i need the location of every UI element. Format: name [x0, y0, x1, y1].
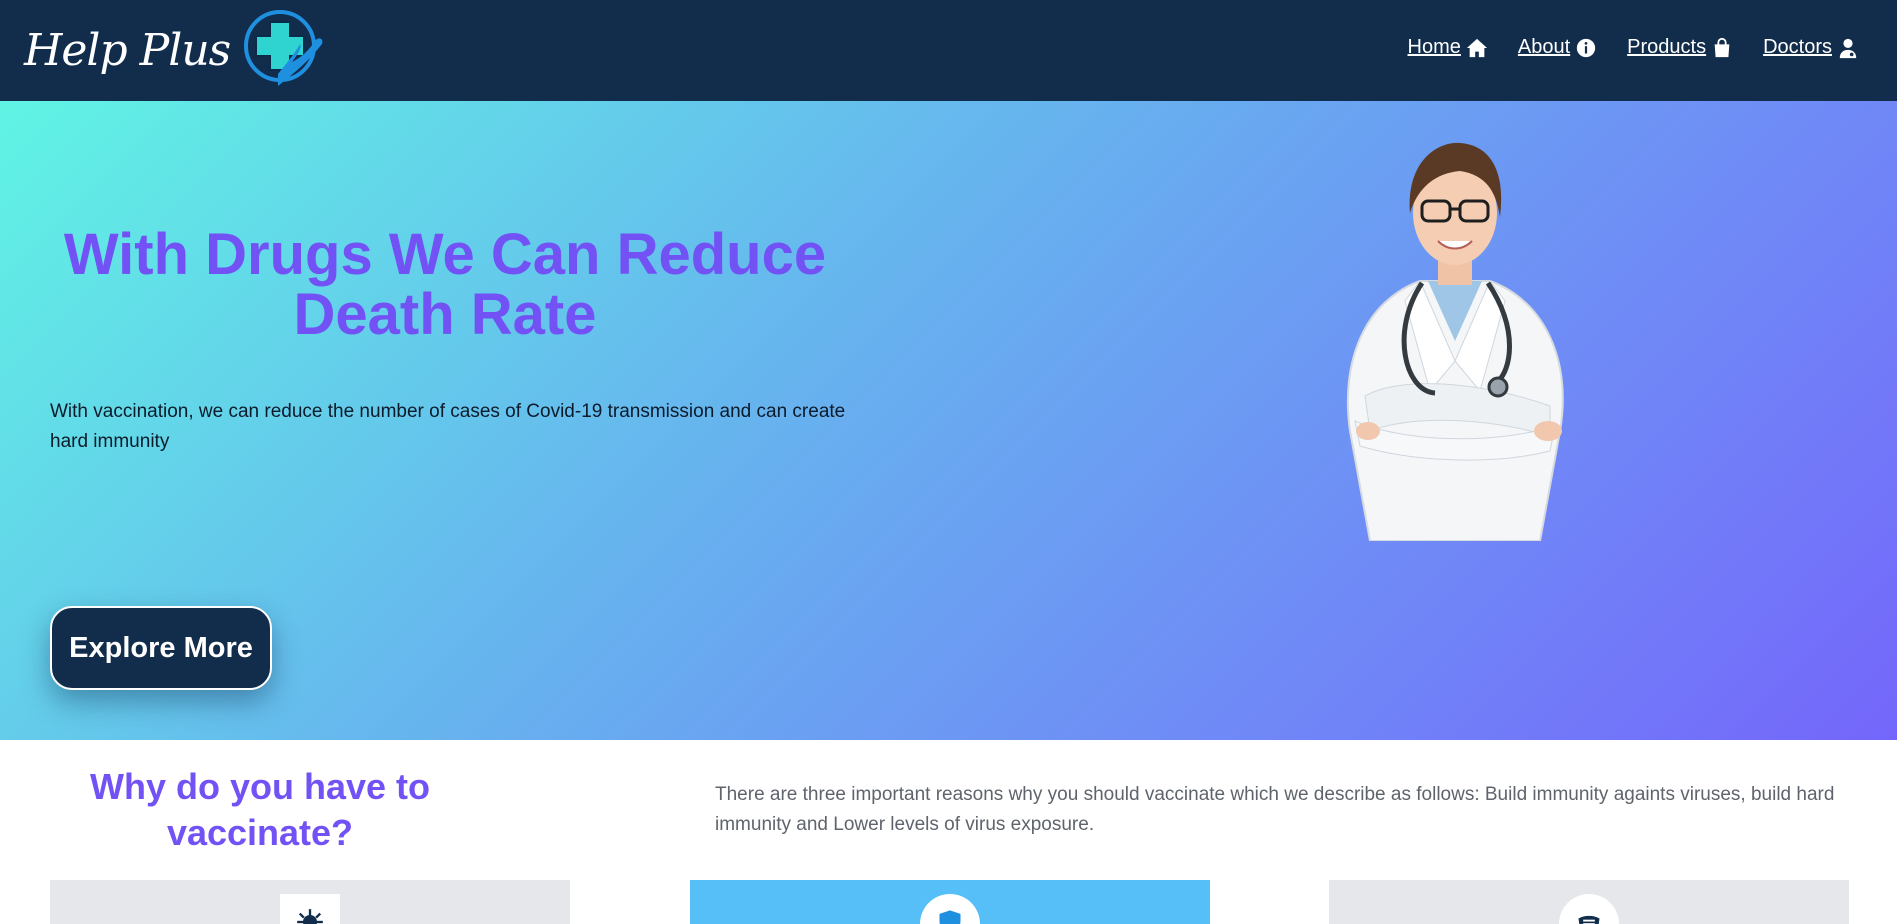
nav-home[interactable]: Home	[1408, 36, 1488, 59]
nav-products-label: Products	[1627, 36, 1707, 58]
hero-section: With Drugs We Can Reduce Death Rate With…	[0, 101, 1897, 740]
brand-logo[interactable]: Help Plus	[24, 8, 328, 92]
home-icon	[1466, 38, 1487, 57]
why-vaccinate-text: There are three important reasons why yo…	[715, 784, 1835, 835]
nav-about-label: About	[1517, 36, 1571, 58]
nav-doctors[interactable]: Doctors	[1763, 36, 1859, 59]
medical-cross-hand-icon	[244, 10, 323, 86]
virus-icon	[297, 909, 323, 924]
doctor-image	[1346, 142, 1564, 541]
nav-home-label: Home	[1407, 36, 1461, 58]
hero-title: With Drugs We Can Reduce Death Rate	[63, 222, 827, 347]
card-icon-badge	[280, 894, 340, 924]
reason-card-immunity	[50, 880, 570, 924]
main-nav: Home About Products Doctors	[1408, 36, 1859, 59]
doctor-icon	[1839, 38, 1857, 58]
nav-products[interactable]: Products	[1627, 36, 1733, 59]
reason-card-herd-immunity	[690, 880, 1210, 924]
shopping-bag-icon	[1714, 37, 1730, 57]
card-icon-badge	[1559, 894, 1619, 924]
info-icon	[1576, 38, 1596, 57]
navbar: Help Plus Home About Products Doctors	[0, 0, 1897, 101]
reason-card-lower-exposure	[1329, 880, 1849, 924]
nav-doctors-label: Doctors	[1763, 36, 1832, 58]
nav-about[interactable]: About	[1518, 36, 1597, 59]
explore-more-button[interactable]: Explore More	[50, 606, 272, 690]
card-icon-badge	[920, 894, 980, 924]
mask-icon	[1578, 915, 1600, 924]
shield-icon	[939, 910, 961, 924]
why-vaccinate-title: Why do you have to vaccinate?	[89, 766, 430, 853]
hero-subtitle: With vaccination, we can reduce the numb…	[50, 401, 846, 452]
brand-name: Help Plus	[24, 24, 231, 76]
